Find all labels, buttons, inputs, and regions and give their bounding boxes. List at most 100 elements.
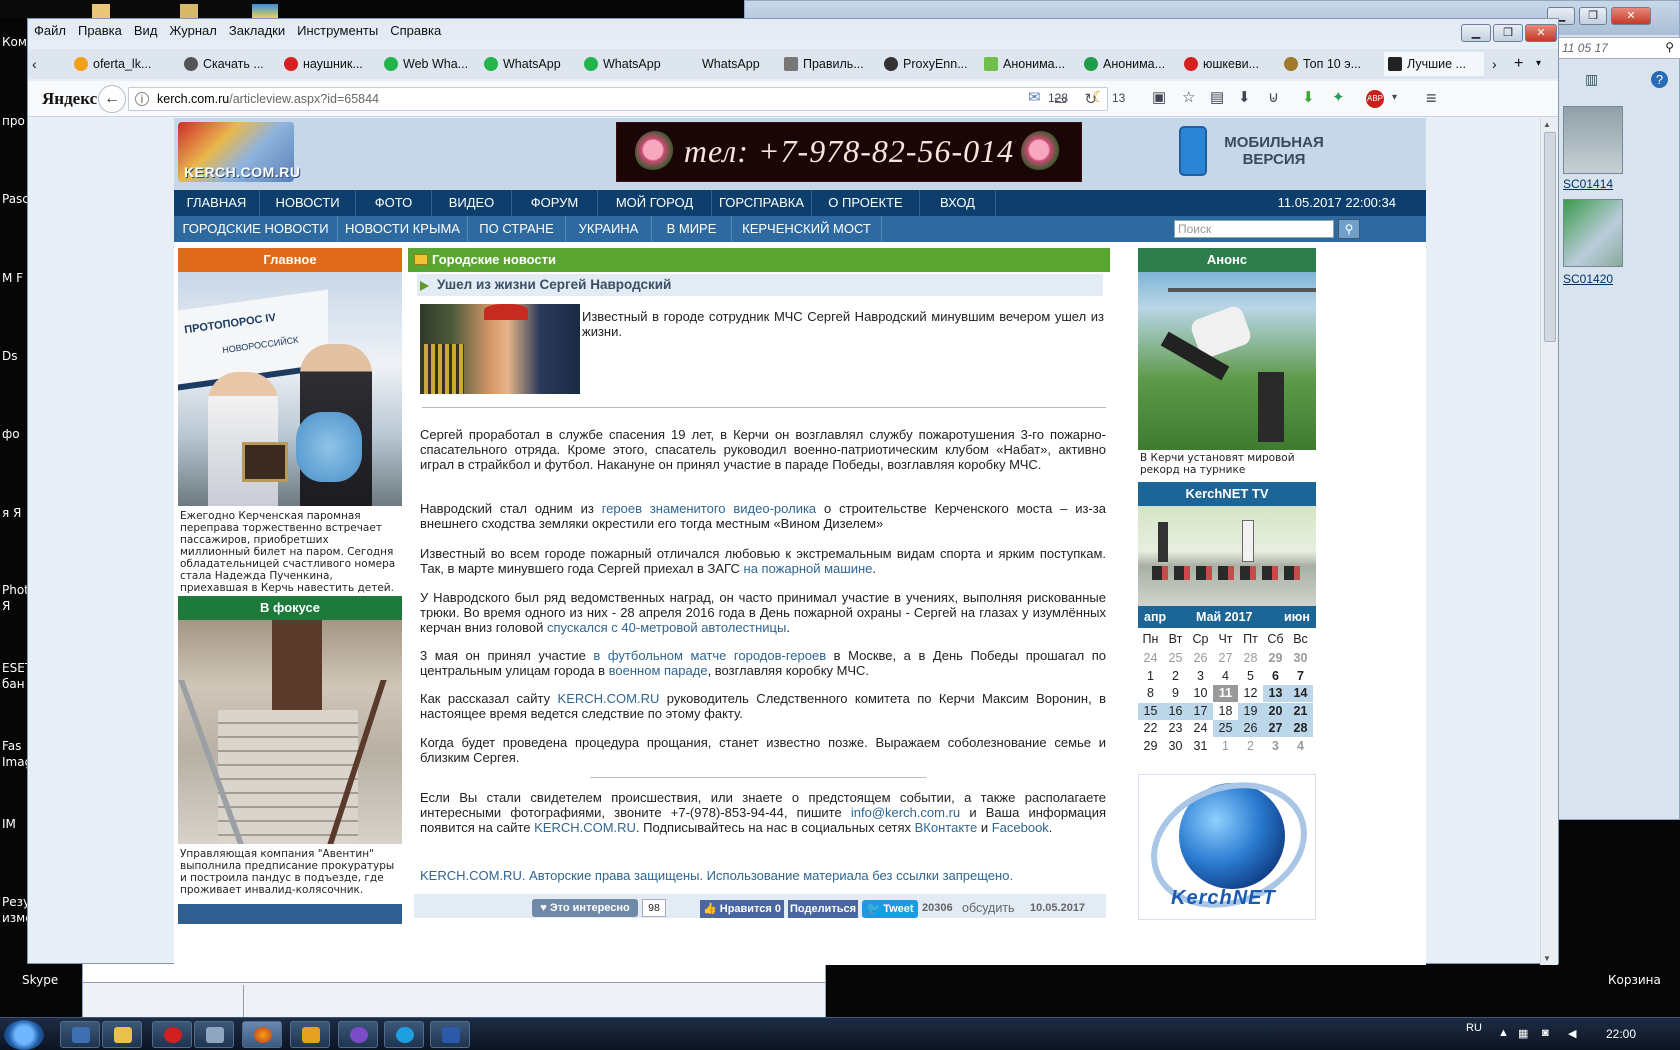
tray-expand-icon[interactable]: ▲ <box>1498 1027 1509 1039</box>
network-icon[interactable]: ▦ <box>1518 1027 1528 1040</box>
tray-app-icon[interactable]: ◙ <box>1542 1027 1549 1039</box>
scroll-up-icon[interactable]: ▲ <box>1543 120 1551 129</box>
ladder-link[interactable]: спускался с 40-метровой автолестницы <box>547 620 786 635</box>
calendar-day[interactable]: 25 <box>1213 720 1238 738</box>
search-input[interactable]: Поиск <box>1174 220 1334 238</box>
save-from-icon[interactable]: ⬇ <box>1302 88 1315 108</box>
calendar-day[interactable]: 30 <box>1288 650 1313 667</box>
tab[interactable]: юшкеви... <box>1184 52 1284 76</box>
nav-photo[interactable]: ФОТО <box>356 190 432 216</box>
calendar-day[interactable]: 7 <box>1288 668 1313 685</box>
mobile-phone-icon[interactable] <box>1179 126 1207 176</box>
calendar-day[interactable]: 28 <box>1238 650 1263 667</box>
tab[interactable]: Анонима... <box>984 52 1084 76</box>
taskbar-explorer[interactable] <box>102 1021 142 1048</box>
email-link[interactable]: info@kerch.com.ru <box>851 805 960 820</box>
maximize-icon[interactable]: ❐ <box>1579 7 1607 25</box>
bookmark-star-icon[interactable]: ☆ <box>1182 88 1195 108</box>
back-icon[interactable]: ← <box>98 85 126 113</box>
nav-news[interactable]: НОВОСТИ <box>260 190 356 216</box>
desktop-icon-label[interactable]: я Я <box>2 505 28 521</box>
facebook-like-button[interactable]: 👍 Нравится 0 <box>700 900 784 918</box>
yandex-logo[interactable]: Яндекс <box>42 89 97 109</box>
video-link[interactable]: героев знаменитого видео-ролика <box>602 501 816 516</box>
taskbar-opera[interactable] <box>152 1021 192 1048</box>
fire-truck-link[interactable]: на пожарной машине <box>744 561 873 576</box>
new-tab-icon[interactable]: + <box>1514 52 1528 76</box>
tab[interactable]: Web Wha... <box>384 52 484 76</box>
menu-bookmarks[interactable]: Закладки <box>223 19 291 40</box>
mobile-version-link[interactable]: МОБИЛЬНАЯ ВЕРСИЯ <box>1214 134 1334 168</box>
close-icon[interactable]: ✕ <box>1611 7 1651 25</box>
page-scrollbar[interactable]: ▲ ▼ <box>1540 118 1558 965</box>
tab-active[interactable]: Лучшие ... <box>1384 52 1484 76</box>
skype-desktop-label[interactable]: Skype <box>22 972 62 988</box>
desktop-icon-label[interactable]: Резу изме <box>2 894 30 926</box>
calendar-day[interactable]: 30 <box>1163 738 1188 755</box>
calendar-day[interactable]: 15 <box>1138 702 1163 720</box>
tab[interactable]: наушник... <box>284 52 384 76</box>
tab[interactable]: Топ 10 э... <box>1284 52 1384 76</box>
site-link[interactable]: KERCH.COM.RU <box>558 691 660 706</box>
kerchnet-banner[interactable]: KerchNET <box>1138 774 1316 920</box>
calendar-day[interactable]: 12 <box>1238 685 1263 702</box>
menu-file[interactable]: Файл <box>28 19 72 40</box>
download-icon[interactable]: ⬇ <box>1238 88 1251 108</box>
calendar-day[interactable]: 1 <box>1138 668 1163 685</box>
desktop-icon-label[interactable]: ESET бан <box>2 660 30 692</box>
calendar-day[interactable]: 1 <box>1213 738 1238 755</box>
pullup-photo[interactable] <box>1138 272 1316 450</box>
close-icon[interactable]: ✕ <box>1525 24 1557 42</box>
nav-video[interactable]: ВИДЕО <box>432 190 512 216</box>
subnav-kerch-bridge[interactable]: КЕРЧЕНСКИЙ МОСТ <box>732 216 882 242</box>
taskbar-skype[interactable] <box>384 1021 424 1048</box>
weather-count[interactable]: 13 <box>1112 88 1125 108</box>
calendar-day[interactable]: 28 <box>1288 720 1313 738</box>
calendar-day[interactable]: 3 <box>1188 668 1213 685</box>
mail-count[interactable]: 128 <box>1048 88 1068 108</box>
taskbar-viber[interactable] <box>338 1021 378 1048</box>
desktop-icon-label[interactable]: Phot Я <box>2 582 30 614</box>
subnav-ukraine[interactable]: УКРАИНА <box>566 216 652 242</box>
calendar-day[interactable]: 27 <box>1263 720 1288 738</box>
menu-tools[interactable]: Инструменты <box>291 19 384 40</box>
view-icon[interactable]: ▥ <box>1585 71 1598 88</box>
scroll-thumb[interactable] <box>1544 132 1556 342</box>
tab[interactable]: oferta_lk... <box>74 52 174 76</box>
desktop-icon-label[interactable]: Fas Imag <box>2 738 30 770</box>
phone-banner[interactable]: тел: +7-978-82-56-014 <box>616 122 1082 182</box>
tab[interactable]: Правиль... <box>784 52 884 76</box>
calendar-day[interactable]: 6 <box>1263 668 1288 685</box>
desktop-icon-label[interactable]: М F <box>2 270 28 286</box>
calendar-day[interactable]: 8 <box>1138 685 1163 702</box>
tab-scroll-right-icon[interactable]: › <box>1492 52 1506 76</box>
subnav-world[interactable]: В МИРЕ <box>652 216 732 242</box>
calendar-day[interactable]: 26 <box>1238 720 1263 738</box>
ramp-photo[interactable] <box>178 620 402 844</box>
calendar-day[interactable]: 25 <box>1163 650 1188 667</box>
maximize-icon[interactable]: ❐ <box>1493 24 1523 42</box>
calendar-day[interactable]: 4 <box>1288 738 1313 755</box>
discuss-link[interactable]: обсудить <box>962 901 1015 915</box>
calendar-day[interactable]: 21 <box>1288 702 1313 720</box>
ferry-caption[interactable]: Ежегодно Керченская паромная переправа т… <box>180 510 402 594</box>
calendar-day[interactable]: 31 <box>1188 738 1213 755</box>
calendar-day[interactable]: 19 <box>1238 702 1263 720</box>
subnav-crimea-news[interactable]: НОВОСТИ КРЫМА <box>338 216 468 242</box>
minimize-icon[interactable]: ▁ <box>1461 24 1491 42</box>
extension-icon[interactable]: ✦ <box>1332 88 1345 108</box>
vk-link[interactable]: ВКонтакте <box>915 820 978 835</box>
scroll-down-icon[interactable]: ▼ <box>1543 954 1551 963</box>
tweet-button[interactable]: 🐦 Tweet <box>862 900 918 918</box>
calendar-day[interactable]: 27 <box>1213 650 1238 667</box>
calendar-day[interactable]: 4 <box>1213 668 1238 685</box>
menu-history[interactable]: Журнал <box>163 19 222 40</box>
right-window-search[interactable]: 11 05 17 ⚲ <box>1557 37 1680 59</box>
calendar-day[interactable]: 10 <box>1188 685 1213 702</box>
calendar-day[interactable]: 17 <box>1188 702 1213 720</box>
thumbnail-caption[interactable]: SC01420 <box>1563 272 1613 286</box>
bookmarks-icon[interactable]: ▤ <box>1210 88 1224 108</box>
tab[interactable]: WhatsApp <box>584 52 684 76</box>
adblock-menu-icon[interactable]: ▾ <box>1392 88 1397 108</box>
taskbar-media[interactable] <box>290 1021 330 1048</box>
